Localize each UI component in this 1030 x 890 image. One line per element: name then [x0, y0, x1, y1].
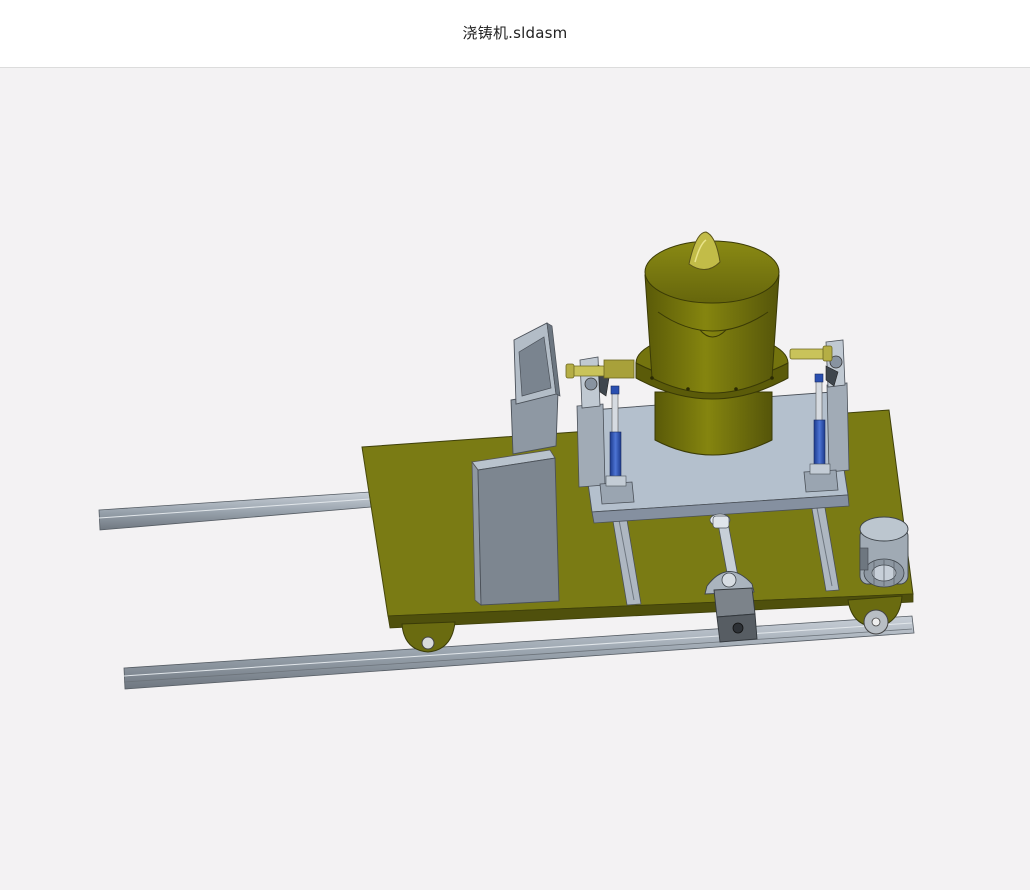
trunnion-shaft-left[interactable]	[565, 359, 635, 379]
electric-motor[interactable]	[859, 516, 909, 588]
gear-motor-drive[interactable]	[713, 587, 758, 643]
title-bar: 浇铸机.sldasm	[0, 0, 1030, 68]
document-title: 浇铸机.sldasm	[462, 24, 568, 42]
trunnion-shaft-right[interactable]	[789, 345, 833, 362]
3d-model-viewport[interactable]	[0, 69, 1030, 890]
control-cabinet[interactable]	[471, 449, 560, 606]
crucible-ladle[interactable]	[635, 231, 789, 456]
casting-machine-model[interactable]	[0, 69, 1030, 890]
rail-front[interactable]	[123, 615, 915, 690]
rail-back[interactable]	[98, 491, 372, 531]
operator-panel[interactable]	[510, 322, 561, 455]
